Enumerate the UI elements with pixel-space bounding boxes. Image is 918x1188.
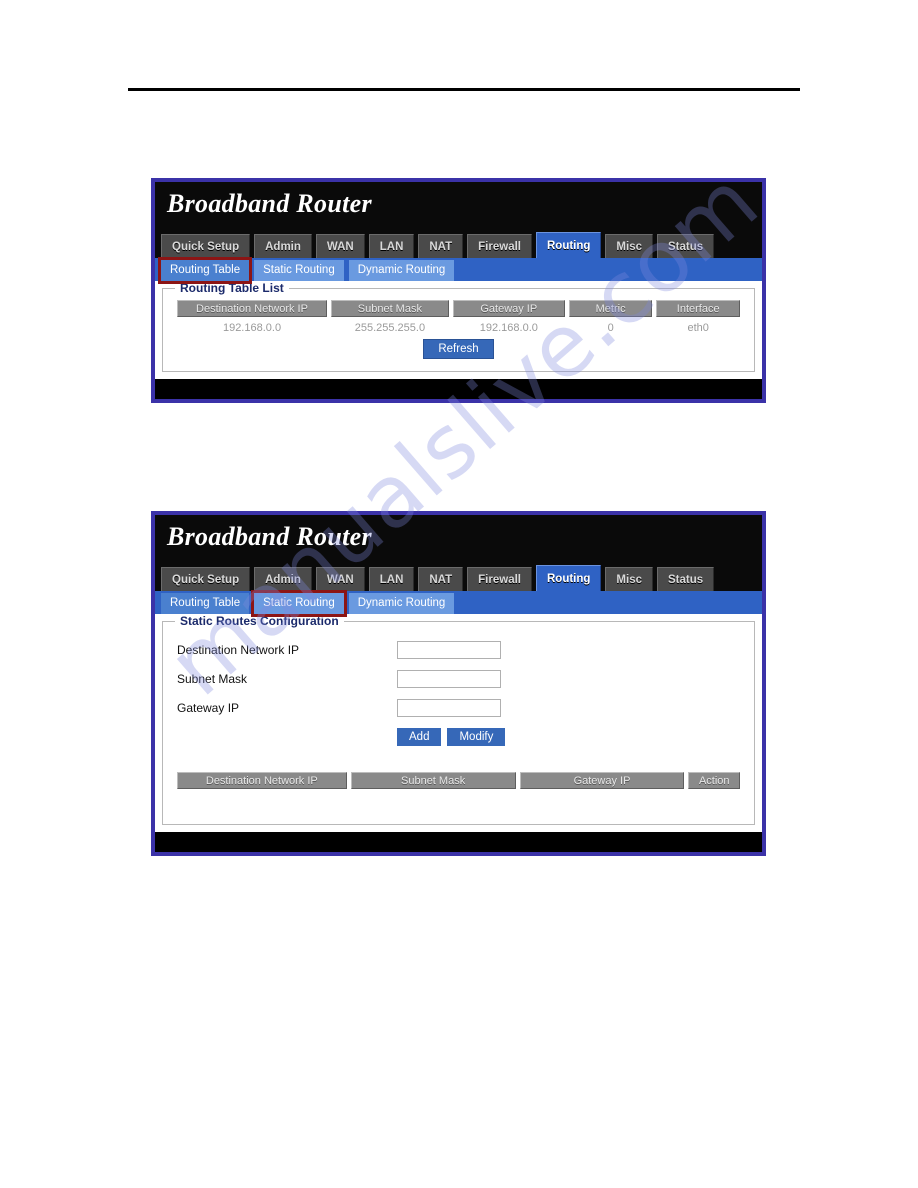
cell-subnet-mask: 255.255.255.0 — [354, 322, 426, 334]
column-header-subnet-mask: Subnet Mask — [350, 772, 516, 789]
tab-wan[interactable]: WAN — [315, 567, 365, 591]
main-tab-bar: Quick Setup Admin WAN LAN NAT Firewall R… — [155, 230, 762, 258]
form-row-destination-network-ip: Destination Network IP — [177, 635, 754, 664]
routing-table-list-legend: Routing Table List — [175, 281, 289, 295]
column-header-metric: Metric — [568, 300, 653, 317]
tab-routing[interactable]: Routing — [535, 565, 602, 591]
static-routes-table-header-row: Destination Network IP Subnet Mask Gatew… — [163, 772, 754, 789]
label-subnet-mask: Subnet Mask — [177, 671, 248, 686]
routing-table-list-fieldset: Routing Table List Destination Network I… — [162, 281, 755, 372]
cell-destination-network-ip: 192.168.0.0 — [222, 322, 282, 334]
tab-lan[interactable]: LAN — [368, 234, 415, 258]
subtab-dynamic-routing[interactable]: Dynamic Routing — [348, 593, 455, 614]
sub-tab-bar: Routing Table Static Routing Dynamic Rou… — [155, 590, 762, 617]
refresh-button[interactable]: Refresh — [423, 339, 494, 359]
router-ui-screenshot-static-routing: Broadband Router Quick Setup Admin WAN L… — [151, 511, 766, 856]
tab-wan[interactable]: WAN — [315, 234, 365, 258]
tab-nat[interactable]: NAT — [418, 567, 464, 591]
static-routes-actions: Add Modify — [397, 728, 754, 746]
router-brand-bar: Broadband Router — [155, 182, 762, 230]
routing-table-panel-body: Routing Table List Destination Network I… — [155, 281, 762, 379]
page-header-rule — [128, 88, 800, 91]
form-row-subnet-mask: Subnet Mask — [177, 664, 754, 693]
column-header-destination-network-ip: Destination Network IP — [177, 772, 347, 789]
tab-misc[interactable]: Misc — [605, 234, 653, 258]
router-brand-title: Broadband Router — [167, 522, 372, 551]
static-routes-form: Destination Network IP Subnet Mask Gatew… — [163, 622, 754, 746]
tab-admin[interactable]: Admin — [254, 234, 312, 258]
router-brand-bar: Broadband Router — [155, 515, 762, 563]
subtab-routing-table[interactable]: Routing Table — [157, 257, 253, 284]
label-destination-network-ip: Destination Network IP — [177, 642, 300, 657]
router-brand-title: Broadband Router — [167, 189, 372, 218]
label-gateway-ip: Gateway IP — [177, 700, 240, 715]
tab-firewall[interactable]: Firewall — [467, 567, 532, 591]
router-ui-screenshot-routing-table: Broadband Router Quick Setup Admin WAN L… — [151, 178, 766, 403]
column-header-interface: Interface — [656, 300, 740, 317]
cell-interface: eth0 — [687, 322, 709, 334]
tab-status[interactable]: Status — [657, 234, 715, 258]
tab-firewall[interactable]: Firewall — [467, 234, 532, 258]
tab-lan[interactable]: LAN — [368, 567, 415, 591]
modify-button[interactable]: Modify — [447, 728, 506, 746]
main-tab-bar: Quick Setup Admin WAN LAN NAT Firewall R… — [155, 563, 762, 591]
subtab-static-routing[interactable]: Static Routing — [251, 590, 347, 617]
add-button[interactable]: Add — [397, 728, 442, 746]
column-header-action: Action — [688, 772, 740, 789]
tab-routing[interactable]: Routing — [535, 232, 602, 258]
subtab-routing-table[interactable]: Routing Table — [161, 593, 250, 614]
subnet-mask-input[interactable] — [397, 669, 501, 688]
table-row: 192.168.0.0 255.255.255.0 192.168.0.0 0 … — [163, 317, 754, 334]
static-routes-configuration-fieldset: Static Routes Configuration Destination … — [162, 614, 755, 825]
subtab-dynamic-routing[interactable]: Dynamic Routing — [348, 260, 455, 281]
tab-status[interactable]: Status — [657, 567, 715, 591]
tab-quick-setup[interactable]: Quick Setup — [161, 567, 251, 591]
tab-admin[interactable]: Admin — [254, 567, 312, 591]
form-row-gateway-ip: Gateway IP — [177, 693, 754, 722]
sub-tab-bar: Routing Table Static Routing Dynamic Rou… — [155, 257, 762, 284]
tab-misc[interactable]: Misc — [605, 567, 653, 591]
static-routing-panel-body: Static Routes Configuration Destination … — [155, 614, 762, 832]
destination-network-ip-input[interactable] — [397, 640, 501, 659]
column-header-destination-network-ip: Destination Network IP — [177, 300, 327, 317]
tab-nat[interactable]: NAT — [418, 234, 464, 258]
column-header-gateway-ip: Gateway IP — [452, 300, 565, 317]
cell-gateway-ip: 192.168.0.0 — [479, 322, 538, 334]
column-header-subnet-mask: Subnet Mask — [331, 300, 449, 317]
cell-metric: 0 — [607, 322, 614, 334]
subtab-static-routing[interactable]: Static Routing — [254, 260, 344, 281]
gateway-ip-input[interactable] — [397, 698, 501, 717]
routing-table-actions: Refresh — [163, 339, 754, 359]
tab-quick-setup[interactable]: Quick Setup — [161, 234, 251, 258]
column-header-gateway-ip: Gateway IP — [519, 772, 685, 789]
